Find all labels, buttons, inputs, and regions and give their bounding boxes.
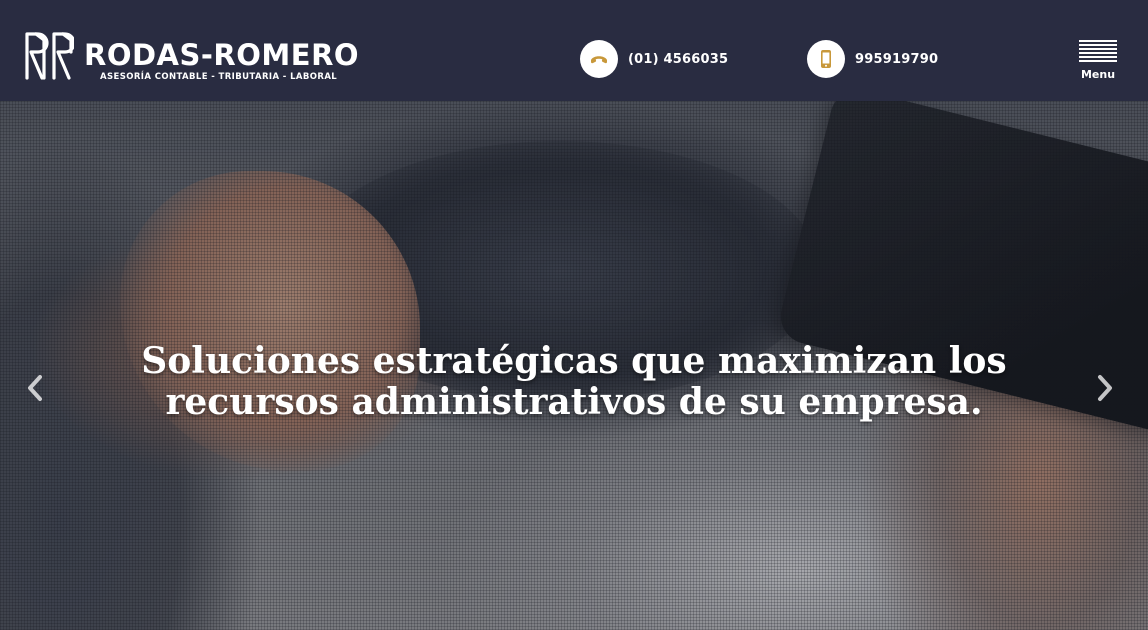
slider-prev-button[interactable]	[20, 371, 50, 405]
mobile-phone-icon	[807, 40, 845, 78]
contact-landline[interactable]: (01) 4566035	[580, 40, 728, 78]
hero-slider: Soluciones estratégicas que maximizan lo…	[0, 101, 1148, 630]
chevron-left-icon	[28, 375, 42, 401]
brand-logo[interactable]: RODAS-ROMERO ASESORÍA CONTABLE - TRIBUTA…	[22, 30, 359, 86]
brand-name: RODAS-ROMERO	[84, 38, 360, 72]
slider-next-button[interactable]	[1090, 371, 1120, 405]
mobile-number: 995919790	[855, 51, 939, 67]
rr-monogram-logo-icon	[25, 32, 74, 80]
brand-tagline: ASESORÍA CONTABLE - TRIBUTARIA - LABORAL	[100, 72, 338, 82]
contact-mobile[interactable]: 995919790	[807, 40, 938, 78]
hero-headline: Soluciones estratégicas que maximizan lo…	[0, 341, 1148, 423]
menu-label: Menu	[1080, 68, 1116, 81]
phone-icon	[580, 40, 618, 78]
hero-headline-line-2: recursos administrativos de su empresa.	[165, 381, 983, 423]
chevron-right-icon	[1098, 375, 1112, 401]
hero-headline-line-1: Soluciones estratégicas que maximizan lo…	[141, 340, 1007, 382]
menu-button[interactable]: Menu	[1076, 38, 1120, 86]
site-header: RODAS-ROMERO ASESORÍA CONTABLE - TRIBUTA…	[0, 0, 1148, 101]
hamburger-icon	[1079, 40, 1117, 62]
landline-number: (01) 4566035	[628, 51, 729, 67]
